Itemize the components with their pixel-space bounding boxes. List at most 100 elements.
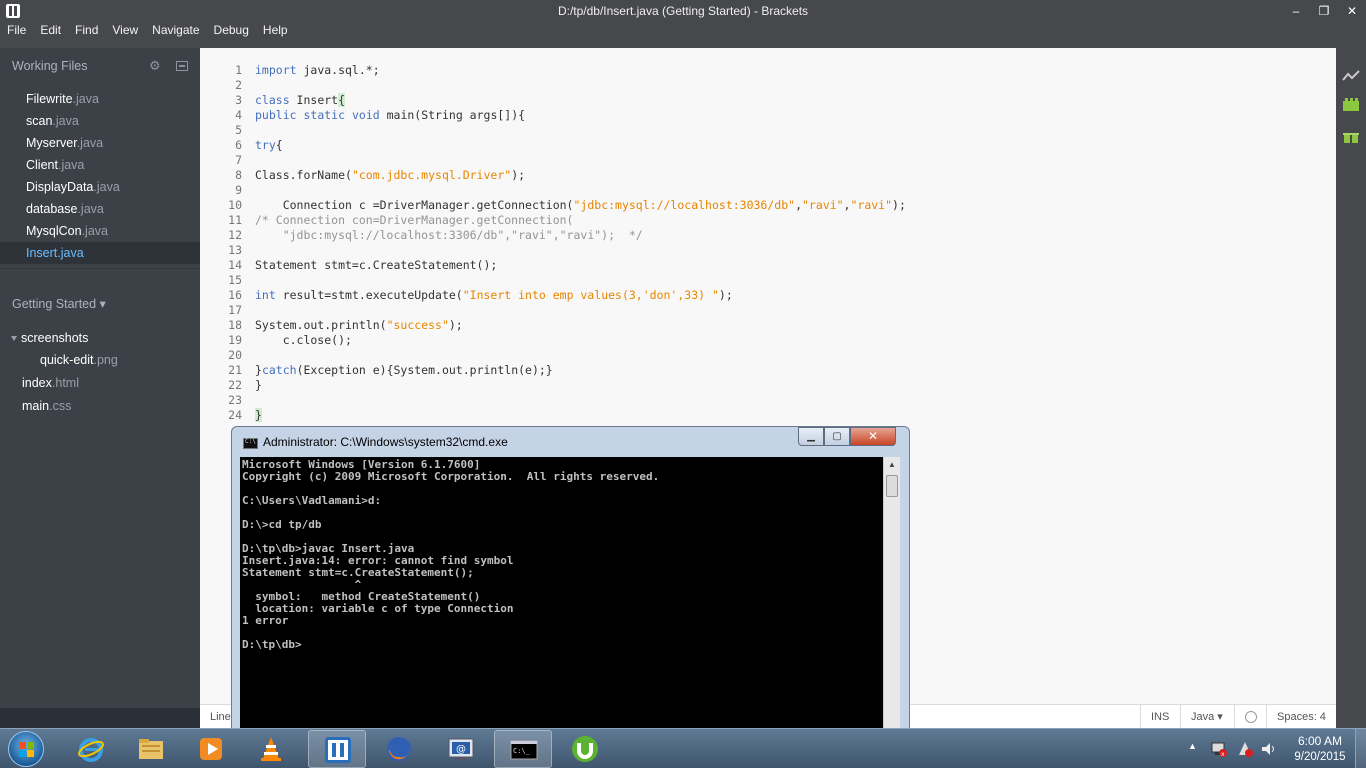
code-line[interactable] — [255, 303, 906, 318]
network-error-icon[interactable]: x — [1210, 740, 1228, 758]
working-file-item[interactable]: scan.java — [0, 110, 200, 132]
window-title: D:/tp/db/Insert.java (Getting Started) -… — [557, 4, 809, 18]
code-line[interactable]: Statement stmt=c.CreateStatement(); — [255, 258, 906, 273]
close-button[interactable]: ✕ — [1338, 0, 1366, 22]
action-center-icon[interactable] — [1236, 740, 1254, 758]
code-line[interactable]: } — [255, 408, 906, 423]
code-line[interactable]: } — [255, 378, 906, 393]
line-number: 11 — [228, 213, 242, 227]
taskbar-outlook[interactable]: @ — [432, 730, 490, 768]
menu-find[interactable]: Find — [68, 22, 105, 40]
gear-icon[interactable]: ⚙ — [149, 58, 161, 74]
scroll-up-arrow-icon[interactable]: ▲ — [884, 457, 900, 473]
maximize-button[interactable]: ❐ — [1310, 0, 1338, 22]
console-output: Microsoft Windows [Version 6.1.7600] Copy… — [242, 459, 659, 651]
taskbar-brackets[interactable] — [308, 730, 366, 768]
code-line[interactable]: import java.sql.*; — [255, 63, 906, 78]
taskbar-cmd[interactable]: C:\_ — [494, 730, 552, 768]
tree-folder-screenshots[interactable]: screenshots — [0, 327, 200, 349]
code-line[interactable] — [255, 123, 906, 138]
volume-icon[interactable] — [1260, 740, 1278, 758]
cmd-title: Administrator: C:\Windows\system32\cmd.e… — [263, 435, 508, 449]
code-content[interactable]: import java.sql.*; class Insert{public st… — [255, 63, 906, 423]
working-file-item-selected[interactable]: Insert.java — [0, 242, 200, 264]
lint-status[interactable] — [1234, 705, 1267, 729]
working-file-item[interactable]: database.java — [0, 198, 200, 220]
menu-edit[interactable]: Edit — [33, 22, 68, 40]
line-number: 14 — [228, 258, 242, 272]
taskbar-media-player[interactable] — [182, 730, 240, 768]
tray-expand-icon[interactable]: ▲ — [1188, 741, 1197, 751]
show-desktop-button[interactable] — [1355, 729, 1366, 768]
clock-date[interactable]: 9/20/2015 — [1286, 751, 1354, 763]
split-view-icon[interactable] — [176, 61, 188, 71]
insert-mode-toggle[interactable]: INS — [1140, 705, 1179, 729]
tree-file[interactable]: index.html — [0, 372, 200, 394]
working-file-item[interactable]: MysqlCon.java — [0, 220, 200, 242]
code-line[interactable] — [255, 243, 906, 258]
code-line[interactable]: }catch(Exception e){System.out.println(e… — [255, 363, 906, 378]
lint-circle-icon — [1245, 711, 1257, 724]
code-line[interactable] — [255, 78, 906, 93]
cmd-icon — [243, 438, 258, 449]
gift-icon[interactable] — [1342, 128, 1360, 144]
code-line[interactable] — [255, 393, 906, 408]
cmd-title-bar[interactable]: Administrator: C:\Windows\system32\cmd.e… — [232, 427, 909, 457]
code-line[interactable] — [255, 273, 906, 288]
working-file-item[interactable]: Myserver.java — [0, 132, 200, 154]
code-line[interactable]: public static void main(String args[]){ — [255, 108, 906, 123]
line-number: 23 — [228, 393, 242, 407]
working-file-item[interactable]: Filewrite.java — [0, 88, 200, 110]
cmd-icon: C:\_ — [510, 740, 538, 760]
live-preview-icon[interactable] — [1342, 68, 1360, 84]
tree-file[interactable]: main.css — [0, 395, 200, 417]
svg-text:C:\_: C:\_ — [513, 747, 531, 755]
menu-view[interactable]: View — [105, 22, 145, 40]
cmd-minimize-button[interactable]: ▁ — [798, 427, 824, 446]
cmd-console[interactable]: Microsoft Windows [Version 6.1.7600] Copy… — [240, 457, 900, 730]
taskbar-ie[interactable] — [62, 730, 120, 768]
cmd-window[interactable]: Administrator: C:\Windows\system32\cmd.e… — [231, 426, 910, 731]
svg-text:x: x — [1221, 751, 1225, 758]
code-line[interactable]: c.close(); — [255, 333, 906, 348]
taskbar-vlc[interactable] — [242, 730, 300, 768]
working-file-item[interactable]: DisplayData.java — [0, 176, 200, 198]
taskbar-explorer[interactable] — [122, 730, 180, 768]
code-line[interactable] — [255, 348, 906, 363]
menu-debug[interactable]: Debug — [207, 22, 256, 40]
code-line[interactable]: "jdbc:mysql://localhost:3306/db","ravi",… — [255, 228, 906, 243]
code-line[interactable]: Connection c =DriverManager.getConnectio… — [255, 198, 906, 213]
scroll-thumb[interactable] — [886, 475, 898, 497]
code-line[interactable]: class Insert{ — [255, 93, 906, 108]
code-line[interactable]: /* Connection con=DriverManager.getConne… — [255, 213, 906, 228]
working-files-title: Working Files — [12, 59, 88, 73]
language-select[interactable]: Java ▾ — [1180, 705, 1233, 729]
cmd-scrollbar[interactable]: ▲ — [883, 457, 900, 730]
console-line: D:\>cd tp/db — [242, 518, 322, 531]
taskbar-firefox[interactable] — [370, 730, 428, 768]
minimize-button[interactable]: – — [1282, 0, 1310, 22]
line-number: 9 — [235, 183, 242, 197]
tree-file[interactable]: quick-edit.png — [0, 349, 200, 371]
start-button[interactable] — [2, 730, 50, 768]
code-line[interactable]: int result=stmt.executeUpdate("Insert in… — [255, 288, 906, 303]
clock-time[interactable]: 6:00 AM — [1290, 734, 1350, 748]
code-line[interactable] — [255, 153, 906, 168]
menu-navigate[interactable]: Navigate — [145, 22, 206, 40]
menu-file[interactable]: File — [0, 22, 33, 40]
utorrent-icon — [572, 736, 598, 762]
cmd-close-button[interactable]: ✕ — [850, 427, 896, 446]
cmd-maximize-button[interactable]: ▢ — [824, 427, 850, 446]
code-line[interactable] — [255, 183, 906, 198]
code-line[interactable]: try{ — [255, 138, 906, 153]
line-number: 7 — [235, 153, 242, 167]
svg-text:@: @ — [456, 744, 466, 755]
indent-spaces[interactable]: Spaces: 4 — [1266, 705, 1336, 729]
project-dropdown[interactable]: Getting Started ▾ — [12, 296, 106, 311]
extension-manager-icon[interactable] — [1342, 96, 1360, 112]
working-file-item[interactable]: Client.java — [0, 154, 200, 176]
taskbar-utorrent[interactable] — [556, 730, 614, 768]
code-line[interactable]: Class.forName("com.jdbc.mysql.Driver"); — [255, 168, 906, 183]
code-line[interactable]: System.out.println("success"); — [255, 318, 906, 333]
menu-help[interactable]: Help — [256, 22, 295, 40]
